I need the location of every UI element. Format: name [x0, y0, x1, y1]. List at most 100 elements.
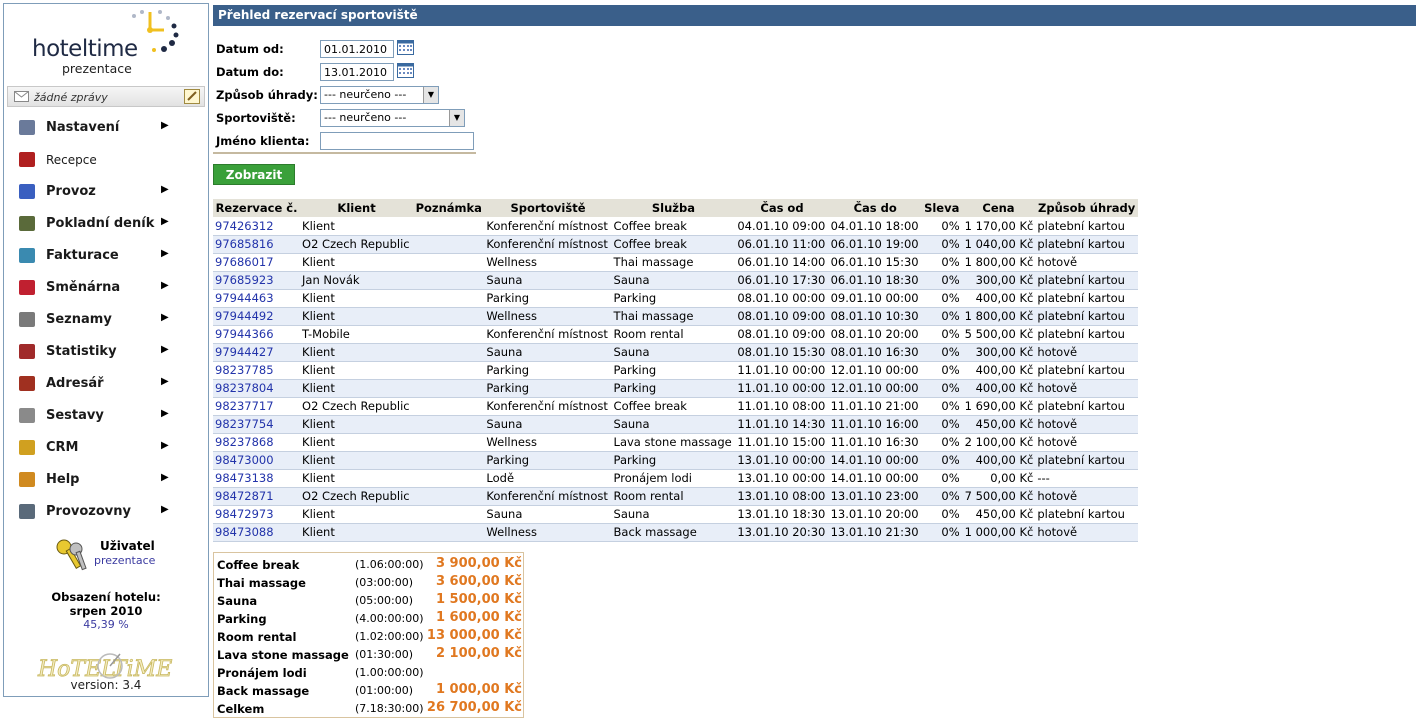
sport-facility-select[interactable]: --- neurčeno --- ▼	[320, 109, 465, 127]
reservation-id-link[interactable]: 97944366	[213, 325, 301, 344]
summary-row: Coffee break (1.06:00:00) 3 900,00 Kč	[216, 555, 523, 573]
reservation-id-link[interactable]: 97685816	[213, 235, 301, 254]
table-row[interactable]: 98237804 Klient Parking Parking 11.01.10 00:…	[213, 379, 1138, 398]
table-cell: 1 040,00 Kč	[961, 235, 1036, 254]
reservation-id-link[interactable]: 97686017	[213, 253, 301, 272]
messages-bar[interactable]: žádné zprávy	[7, 86, 205, 107]
summary-row: Parking (4.00:00:00) 1 600,00 Kč	[216, 609, 523, 627]
menu-item[interactable]: Seznamy ▶	[4, 304, 208, 336]
compose-message-icon[interactable]	[184, 89, 200, 104]
table-cell: Parking	[484, 451, 612, 470]
date-from-calendar-icon[interactable]	[397, 40, 414, 55]
table-row[interactable]: 98473138 Klient Lodě Pronájem lodi 13.01.10 …	[213, 469, 1138, 488]
menu-item[interactable]: Provozovny ▶	[4, 496, 208, 528]
menu-item[interactable]: Help ▶	[4, 464, 208, 496]
user-panel[interactable]: Uživatel prezentace	[54, 537, 155, 576]
reservation-id-link[interactable]: 98237785	[213, 361, 301, 380]
establishments-icon	[19, 504, 35, 519]
table-row[interactable]: 98237785 Klient Parking Parking 11.01.10 00:…	[213, 361, 1138, 380]
summary-duration: (4.00:00:00)	[355, 612, 424, 625]
reservation-id-link[interactable]: 98472871	[213, 487, 301, 506]
reservation-id-link[interactable]: 98473088	[213, 523, 301, 542]
sport-facility-label: Sportoviště:	[216, 111, 296, 125]
column-header[interactable]: Způsob úhrady	[1035, 199, 1138, 217]
menu-item[interactable]: Recepce	[4, 144, 208, 176]
table-cell: Parking	[484, 361, 612, 380]
reservation-id-link[interactable]: 98473138	[213, 469, 301, 488]
menu-item-label: Recepce	[46, 153, 97, 167]
table-row[interactable]: 97944492 Klient Wellness Thai massage 08.01.…	[213, 307, 1138, 326]
cash-book-icon	[19, 216, 35, 231]
menu-item[interactable]: Nastavení ▶	[4, 112, 208, 144]
reservation-id-link[interactable]: 98237804	[213, 379, 301, 398]
operation-icon	[19, 184, 35, 199]
date-to-input[interactable]	[320, 63, 394, 81]
menu-item[interactable]: Fakturace ▶	[4, 240, 208, 272]
table-row[interactable]: 98473088 Klient Wellness Back massage 13.01.…	[213, 523, 1138, 542]
submenu-arrow-icon: ▶	[161, 312, 169, 323]
table-row[interactable]: 98472871 O2 Czech Republic Konferenční mís…	[213, 487, 1138, 506]
statistics-icon	[19, 344, 35, 359]
hoteltime-logo[interactable]: hoteltime prezentace	[4, 4, 208, 84]
reservation-id-link[interactable]: 98472973	[213, 505, 301, 524]
table-cell: 0%	[921, 379, 962, 398]
table-cell: 04.01.10 09:00	[735, 217, 829, 236]
table-row[interactable]: 98472973 Klient Sauna Sauna 13.01.10 18:30 13…	[213, 505, 1138, 524]
menu-item[interactable]: CRM ▶	[4, 432, 208, 464]
table-row[interactable]: 97686017 Klient Wellness Thai massage 06.01.…	[213, 253, 1138, 272]
menu-item[interactable]: Statistiky ▶	[4, 336, 208, 368]
payment-method-select[interactable]: --- neurčeno --- ▼	[320, 86, 439, 104]
table-row[interactable]: 97944463 Klient Parking Parking 08.01.10 00:…	[213, 289, 1138, 308]
reservation-id-link[interactable]: 98473000	[213, 451, 301, 470]
summary-duration: (1.00:00:00)	[355, 666, 424, 679]
menu-item[interactable]: Adresář ▶	[4, 368, 208, 400]
summary-row: Lava stone massage (01:30:00) 2 100,00 Kč	[216, 645, 523, 663]
column-header[interactable]: Rezervace č.	[213, 199, 301, 217]
date-to-calendar-icon[interactable]	[397, 63, 414, 78]
show-button[interactable]: Zobrazit	[213, 164, 295, 185]
menu-item[interactable]: Pokladní deník ▶	[4, 208, 208, 240]
table-row[interactable]: 97426312 Klient Konferenční místnost Coffee…	[213, 217, 1138, 236]
table-row[interactable]: 98237868 Klient Wellness Lava stone massage…	[213, 433, 1138, 452]
chevron-down-icon[interactable]: ▼	[449, 110, 464, 126]
menu-item[interactable]: Provoz ▶	[4, 176, 208, 208]
reservation-id-link[interactable]: 98237717	[213, 397, 301, 416]
reservation-id-link[interactable]: 98237754	[213, 415, 301, 434]
column-header[interactable]: Služba	[611, 199, 736, 217]
column-header[interactable]: Sleva	[921, 199, 962, 217]
column-header[interactable]: Čas do	[828, 199, 922, 217]
reservation-id-link[interactable]: 97944463	[213, 289, 301, 308]
menu-item[interactable]: Sestavy ▶	[4, 400, 208, 432]
column-header[interactable]: Klient	[300, 199, 414, 217]
reservation-id-link[interactable]: 97426312	[213, 217, 301, 236]
client-name-input[interactable]	[320, 132, 474, 150]
reservation-id-link[interactable]: 97944492	[213, 307, 301, 326]
user-name-link[interactable]: prezentace	[94, 554, 155, 567]
table-row[interactable]: 98473000 Klient Parking Parking 13.01.10 00:…	[213, 451, 1138, 470]
table-row[interactable]: 97685923 Jan Novák Sauna Sauna 06.01.10 17:3…	[213, 271, 1138, 290]
submenu-arrow-icon: ▶	[161, 248, 169, 259]
column-header[interactable]: Poznámka	[413, 199, 485, 217]
table-cell: T-Mobile	[300, 325, 414, 344]
table-row[interactable]: 97944427 Klient Sauna Sauna 08.01.10 15:30 08…	[213, 343, 1138, 362]
table-row[interactable]: 98237754 Klient Sauna Sauna 11.01.10 14:30 11…	[213, 415, 1138, 434]
chevron-down-icon[interactable]: ▼	[423, 87, 438, 103]
menu-item[interactable]: Směnárna ▶	[4, 272, 208, 304]
table-cell	[413, 361, 485, 380]
column-header[interactable]: Čas od	[735, 199, 829, 217]
table-row[interactable]: 97944366 T-Mobile Konferenční místnost Room…	[213, 325, 1138, 344]
date-from-input[interactable]	[320, 40, 394, 58]
table-cell: 12.01.10 00:00	[828, 379, 922, 398]
table-row[interactable]: 98237717 O2 Czech Republic Konferenční mís…	[213, 397, 1138, 416]
column-header[interactable]: Cena	[961, 199, 1036, 217]
occupancy-value[interactable]: 45,39 %	[4, 618, 208, 632]
submenu-arrow-icon: ▶	[161, 408, 169, 419]
table-row[interactable]: 97685816 O2 Czech Republic Konferenční mís…	[213, 235, 1138, 254]
reservation-id-link[interactable]: 97685923	[213, 271, 301, 290]
table-cell: Back massage	[611, 523, 736, 542]
reservation-id-link[interactable]: 98237868	[213, 433, 301, 452]
table-cell	[413, 397, 485, 416]
table-cell: Sauna	[611, 343, 736, 362]
reservation-id-link[interactable]: 97944427	[213, 343, 301, 362]
column-header[interactable]: Sportoviště	[484, 199, 612, 217]
